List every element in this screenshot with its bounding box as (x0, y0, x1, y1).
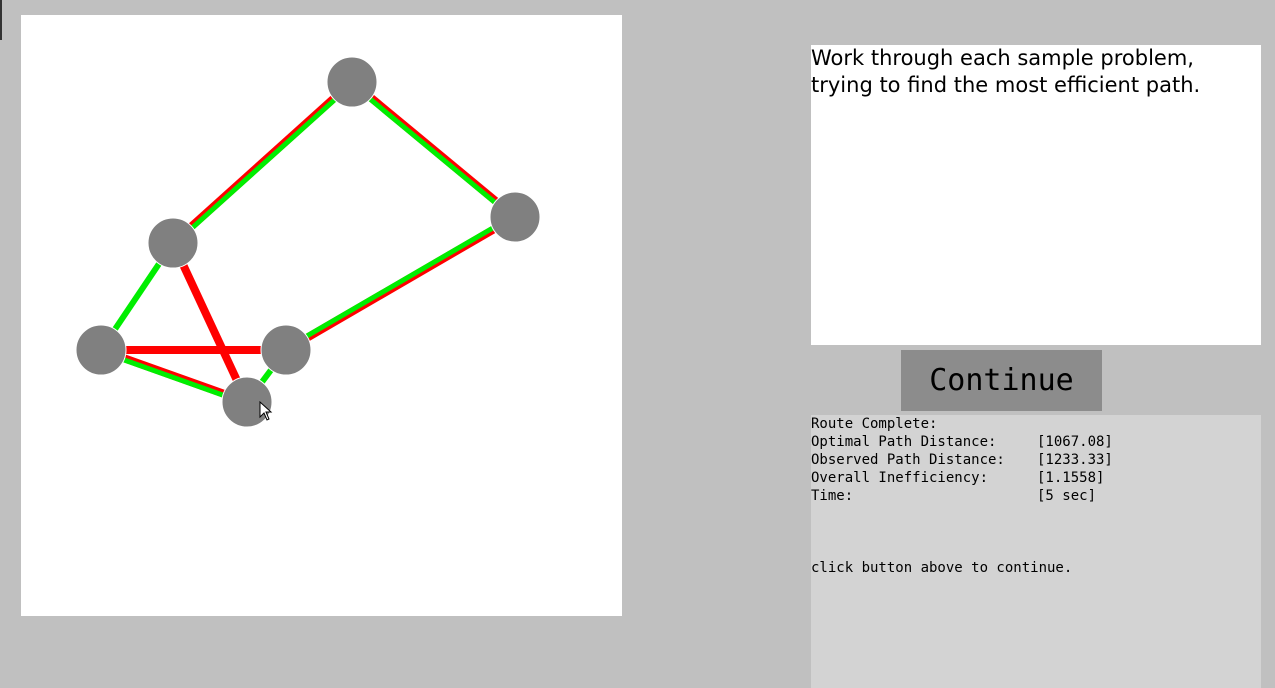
result-value: [1067.08] (1037, 434, 1113, 450)
result-label: Time: (811, 488, 854, 504)
results-panel: Route Complete: Optimal Path Distance: [… (811, 415, 1261, 688)
graph-node-left[interactable] (75, 324, 127, 376)
graph-node-upper-left[interactable] (147, 217, 199, 269)
graph-node-center[interactable] (260, 324, 312, 376)
results-row: Overall Inefficiency: [1.1558] (811, 469, 1261, 487)
path-canvas[interactable] (21, 15, 622, 616)
result-label: Observed Path Distance: (811, 452, 1005, 468)
optimal-edge (172, 81, 355, 247)
graph-node-right[interactable] (489, 191, 541, 243)
results-footer: click button above to continue. (811, 560, 1073, 576)
results-row: Time: [5 sec] (811, 487, 1261, 505)
mouse-pointer-icon (259, 401, 273, 421)
results-row: Optimal Path Distance: [1067.08] (811, 433, 1261, 451)
graph-drawing (75, 56, 541, 428)
result-value: [1.1558] (1037, 470, 1105, 486)
results-row: Observed Path Distance: [1233.33] (811, 451, 1261, 469)
results-heading: Route Complete: (811, 416, 938, 432)
instruction-line: trying to find the most efficient path. (811, 73, 1201, 97)
results-spacer (811, 505, 1261, 559)
continue-button[interactable]: Continue (901, 350, 1102, 411)
window-edge (0, 0, 2, 40)
result-value: [1233.33] (1037, 452, 1113, 468)
optimal-edge (349, 81, 516, 221)
instruction-line: Work through each sample problem, (811, 46, 1194, 70)
optimal-edge (283, 213, 516, 351)
result-label: Optimal Path Distance: (811, 434, 997, 450)
result-value: [5 sec] (1037, 488, 1097, 504)
result-label: Overall Inefficiency: (811, 470, 989, 486)
graph-node-top[interactable] (326, 56, 378, 108)
instructions-panel: Work through each sample problem, trying… (811, 45, 1261, 345)
